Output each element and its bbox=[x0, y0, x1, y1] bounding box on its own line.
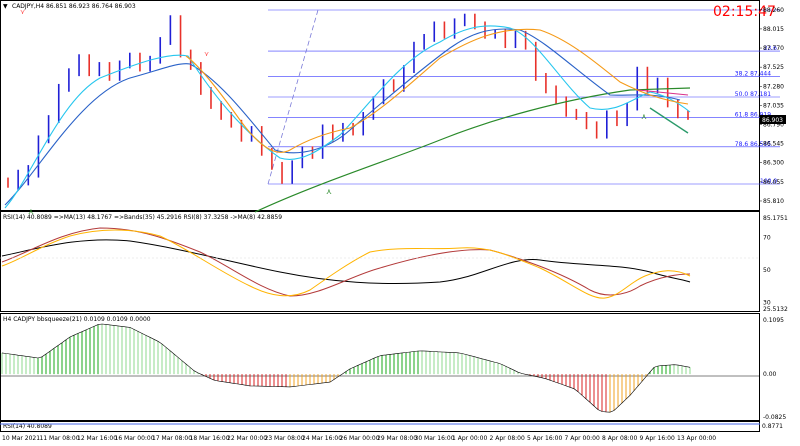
price-axis-label: 86.300 bbox=[763, 160, 784, 167]
rsi-panel-label: RSI(14) 40.8089 =>MA(13) 48.1767 =>Bands… bbox=[3, 214, 282, 221]
rsi-panel[interactable]: RSI(14) 40.8089 =>MA(13) 48.1767 =>Bands… bbox=[0, 214, 760, 299]
squeeze-axis: 0.1095 0.00 -0.0825 bbox=[763, 317, 786, 421]
time-axis-label: 9 Apr 16:00 bbox=[640, 435, 675, 442]
rsi-bands-line bbox=[1, 239, 691, 285]
price-panel[interactable]: 23.638.2 87.44450.0 87.18161.8 86.91978.… bbox=[3, 3, 780, 216]
mini-rsi-panel[interactable]: RSI(14) 40.8089 0.8771 bbox=[0, 423, 783, 430]
time-axis-label: 18 Mar 16:00 bbox=[190, 435, 230, 442]
sell-arrow-marker: ⋎ bbox=[204, 50, 209, 58]
price-axis-label: 87.770 bbox=[763, 45, 784, 52]
price-axis-label: 87.280 bbox=[763, 83, 784, 90]
squeeze-axis-label: 0.00 bbox=[763, 371, 777, 378]
time-axis-label: 2 Apr 08:00 bbox=[490, 435, 525, 442]
symbol-info: CADJPY,H4 86.851 86.923 86.764 86.903 bbox=[12, 3, 136, 10]
current-price-tag: 86.903 bbox=[760, 115, 786, 124]
price-axis-label: 88.260 bbox=[763, 7, 784, 14]
chart-canvas[interactable]: 23.638.2 87.44450.0 87.18161.8 86.91978.… bbox=[0, 0, 800, 442]
svg-text:86.903: 86.903 bbox=[762, 117, 783, 124]
candlestick-series bbox=[7, 13, 689, 191]
time-axis-label: 17 Mar 08:00 bbox=[152, 435, 192, 442]
time-axis-label: 1 Apr 00:00 bbox=[452, 435, 487, 442]
time-axis-label: 23 Mar 08:00 bbox=[265, 435, 305, 442]
squeeze-panel-label: H4 CADJPY bbsqueeze(21) 0.0109 0.0109 0.… bbox=[3, 316, 151, 323]
price-axis-label: 85.810 bbox=[763, 198, 784, 205]
teal-arrow-line bbox=[649, 107, 689, 134]
price-axis[interactable]: 88.26088.01587.77087.52587.28087.03586.7… bbox=[759, 7, 784, 205]
momentum-histogram bbox=[1, 323, 691, 413]
rsi-axis-label: 70 bbox=[763, 235, 771, 242]
squeeze-axis-label: 0.1095 bbox=[763, 317, 784, 324]
rsi-axis-label: 25.5132 bbox=[763, 306, 788, 313]
time-axis-label: 5 Apr 16:00 bbox=[527, 435, 562, 442]
time-axis-label: 13 Apr 00:00 bbox=[677, 435, 716, 442]
momentum-outline bbox=[1, 323, 691, 413]
buy-arrow-marker: ⋏ bbox=[641, 112, 647, 121]
time-axis-label: 22 Mar 00:00 bbox=[227, 435, 267, 442]
mini-axis-label: 0.8771 bbox=[762, 423, 783, 430]
fib-level-label: 50.0 87.181 bbox=[735, 91, 771, 98]
price-axis-label: 86.055 bbox=[763, 179, 784, 186]
rsi-axis: 85.175170503025.5132 bbox=[763, 215, 788, 313]
time-axis-label: 24 Mar 16:00 bbox=[302, 435, 342, 442]
squeeze-panel[interactable]: H4 CADJPY bbsqueeze(21) 0.0109 0.0109 0.… bbox=[0, 316, 760, 413]
long-ma-line bbox=[254, 87, 691, 213]
rsi-ma-line bbox=[1, 227, 691, 297]
time-axis-label: 16 Mar 00:00 bbox=[115, 435, 155, 442]
time-axis-label: 29 Mar 08:00 bbox=[377, 435, 417, 442]
dropdown-arrow-icon[interactable]: ▼ bbox=[3, 3, 8, 10]
time-axis-label: 8 Apr 08:00 bbox=[602, 435, 637, 442]
time-axis-label: 30 Mar 16:00 bbox=[415, 435, 455, 442]
rsi-axis-label: 85.1751 bbox=[763, 215, 788, 222]
mt4-chart-window[interactable]: 23.6 38.2 87.444 50.0 87.181 61.8 86.919 78.… bbox=[0, 0, 800, 442]
fib-level-label: 38.2 87.444 bbox=[735, 70, 771, 77]
mid-ma-line bbox=[4, 28, 681, 206]
price-axis-label: 88.015 bbox=[763, 26, 784, 33]
squeeze-axis-label: -0.0825 bbox=[763, 414, 786, 421]
time-axis[interactable]: 10 Mar 2021 11 Mar 08:0012 Mar 16:0016 Ma… bbox=[2, 435, 716, 442]
price-axis-label: 87.525 bbox=[763, 64, 784, 71]
time-axis-label: 26 Mar 00:00 bbox=[340, 435, 380, 442]
time-axis-label: 7 Apr 00:00 bbox=[565, 435, 600, 442]
rsi-axis-label: 50 bbox=[763, 267, 771, 274]
buy-arrow-marker: ⋏ bbox=[326, 187, 332, 196]
time-axis-label: 11 Mar 08:00 bbox=[40, 435, 80, 442]
time-axis-label: 10 Mar 2021 bbox=[2, 435, 40, 442]
price-axis-label: 87.035 bbox=[763, 102, 784, 109]
price-axis-label: 86.545 bbox=[763, 141, 784, 148]
time-axis-label: 12 Mar 16:00 bbox=[77, 435, 117, 442]
